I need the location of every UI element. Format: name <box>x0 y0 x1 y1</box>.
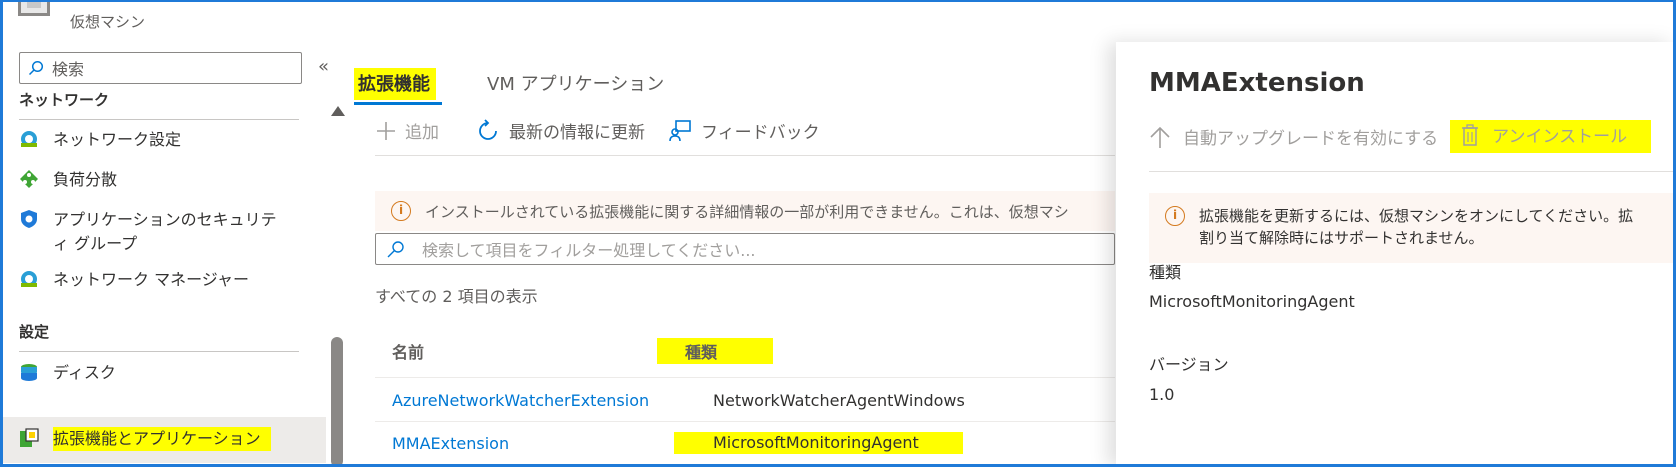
window-frame <box>0 0 1676 467</box>
